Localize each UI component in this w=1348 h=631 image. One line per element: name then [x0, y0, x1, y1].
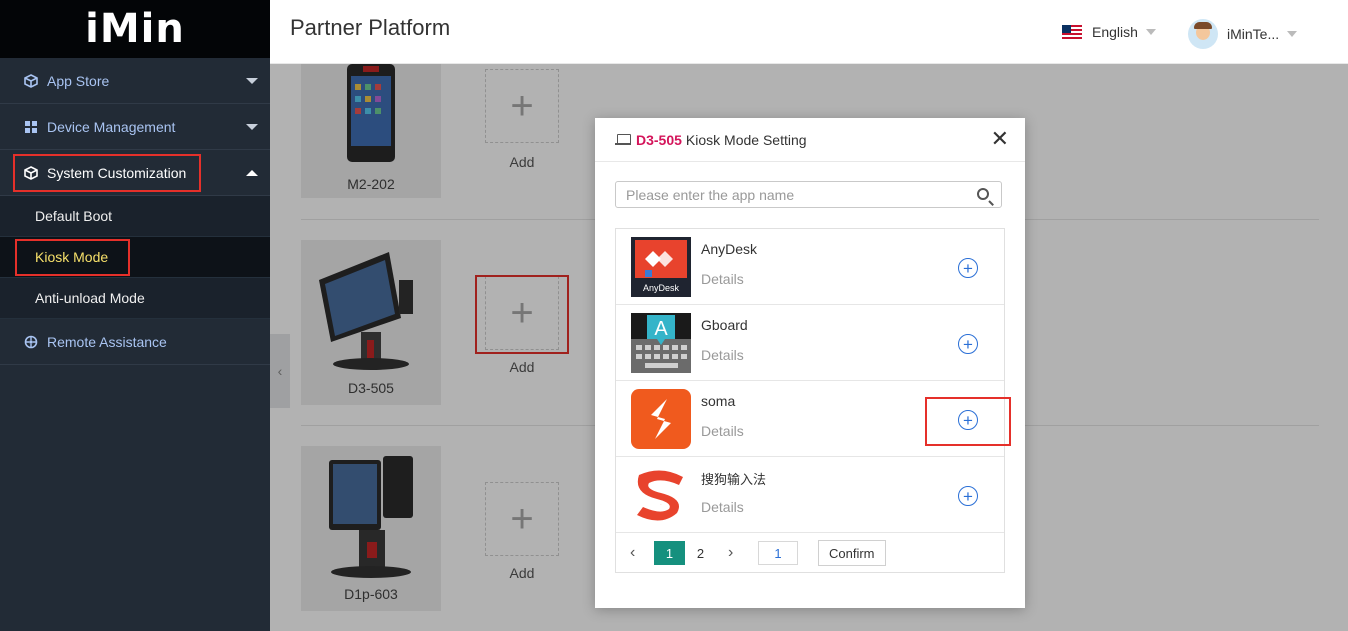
app-name: Gboard — [701, 317, 748, 333]
cube-icon — [24, 73, 38, 88]
submenu-item-label: Anti-unload Mode — [35, 290, 145, 306]
app-details-link[interactable]: Details — [701, 271, 744, 287]
anydesk-icon-text: AnyDesk — [643, 283, 680, 293]
user-name: iMinTe... — [1227, 26, 1280, 42]
list-item: S 搜狗输入法 Details + — [616, 457, 1004, 533]
add-circle-icon[interactable]: + — [958, 334, 978, 354]
sidebar-item-system-customization[interactable]: System Customization — [0, 150, 270, 196]
anydesk-app-icon: AnyDesk — [631, 237, 691, 297]
app-search — [615, 181, 1002, 208]
language-label: English — [1092, 24, 1138, 40]
list-item: soma Details + — [616, 381, 1011, 457]
chevron-left-icon[interactable]: ‹ — [630, 544, 644, 562]
avatar — [1188, 19, 1218, 49]
chevron-up-icon — [246, 170, 258, 176]
modal-title: Kiosk Mode Setting — [685, 131, 807, 148]
chevron-down-icon — [246, 78, 258, 84]
page-number[interactable]: 2 — [685, 541, 716, 565]
network-icon — [24, 335, 38, 348]
submenu-item-kiosk-mode[interactable]: Kiosk Mode — [0, 237, 270, 278]
gboard-icon-text: A — [654, 318, 668, 340]
list-item: AnyDesk AnyDesk Details + — [616, 229, 1004, 305]
user-menu[interactable]: iMinTe... — [1188, 19, 1298, 49]
app-name: soma — [701, 393, 736, 409]
modal-header: D3-505 Kiosk Mode Setting ✕ — [595, 118, 1025, 162]
highlight-box — [15, 239, 130, 276]
soma-app-icon — [631, 389, 691, 449]
sidebar: iMin App Store Device Management System … — [0, 0, 270, 631]
sidebar-item-label: App Store — [47, 72, 110, 89]
kiosk-mode-modal: D3-505 Kiosk Mode Setting ✕ AnyDesk AnyD… — [595, 118, 1025, 608]
highlight-box — [13, 154, 201, 192]
app-list: AnyDesk AnyDesk Details + A Gboard Detai… — [615, 228, 1011, 573]
submenu-item-label: Default Boot — [35, 208, 113, 224]
page-title: Partner Platform — [290, 15, 451, 40]
search-input[interactable] — [616, 182, 956, 207]
list-item: A Gboard Details + — [616, 305, 1004, 381]
app-details-link[interactable]: Details — [701, 347, 744, 363]
page-jump-input[interactable]: 1 — [758, 541, 798, 565]
pagination: ‹ 1 2 › 1 Confirm — [616, 533, 1004, 573]
logo-text: iMin — [85, 6, 185, 52]
sidebar-item-remote-assistance[interactable]: Remote Assistance — [0, 319, 270, 365]
submenu-item-anti-unload-mode[interactable]: Anti-unload Mode — [0, 278, 270, 319]
gboard-app-icon: A — [631, 313, 691, 373]
app-name: AnyDesk — [701, 241, 758, 257]
modal-device-model: D3-505 — [636, 131, 682, 148]
submenu-item-default-boot[interactable]: Default Boot — [0, 196, 270, 237]
add-circle-icon[interactable]: + — [958, 486, 978, 506]
confirm-button[interactable]: Confirm — [818, 540, 886, 566]
chevron-right-icon[interactable]: › — [728, 544, 742, 562]
sidebar-item-label: Device Management — [47, 118, 176, 135]
search-icon[interactable] — [977, 188, 989, 200]
grid-icon — [25, 120, 37, 133]
sidebar-item-label: Remote Assistance — [47, 333, 167, 350]
sogou-app-icon: S — [631, 465, 691, 525]
chevron-down-icon — [1145, 29, 1156, 35]
chevron-down-icon — [246, 124, 258, 130]
app-details-link[interactable]: Details — [701, 499, 744, 515]
add-circle-icon[interactable]: + — [958, 258, 978, 278]
us-flag-icon — [1062, 25, 1082, 39]
chevron-down-icon — [1287, 31, 1298, 37]
page-number-current[interactable]: 1 — [654, 541, 685, 565]
logo: iMin — [0, 0, 270, 58]
sidebar-item-app-store[interactable]: App Store — [0, 58, 270, 104]
header: Partner Platform English iMinTe... — [270, 0, 1348, 64]
language-selector[interactable]: English — [1062, 24, 1156, 40]
sidebar-item-device-management[interactable]: Device Management — [0, 104, 270, 150]
close-icon[interactable]: ✕ — [991, 128, 1009, 150]
laptop-icon — [615, 133, 631, 146]
highlight-box — [925, 397, 1011, 446]
app-name: 搜狗输入法 — [701, 473, 767, 488]
app-details-link[interactable]: Details — [701, 423, 744, 439]
